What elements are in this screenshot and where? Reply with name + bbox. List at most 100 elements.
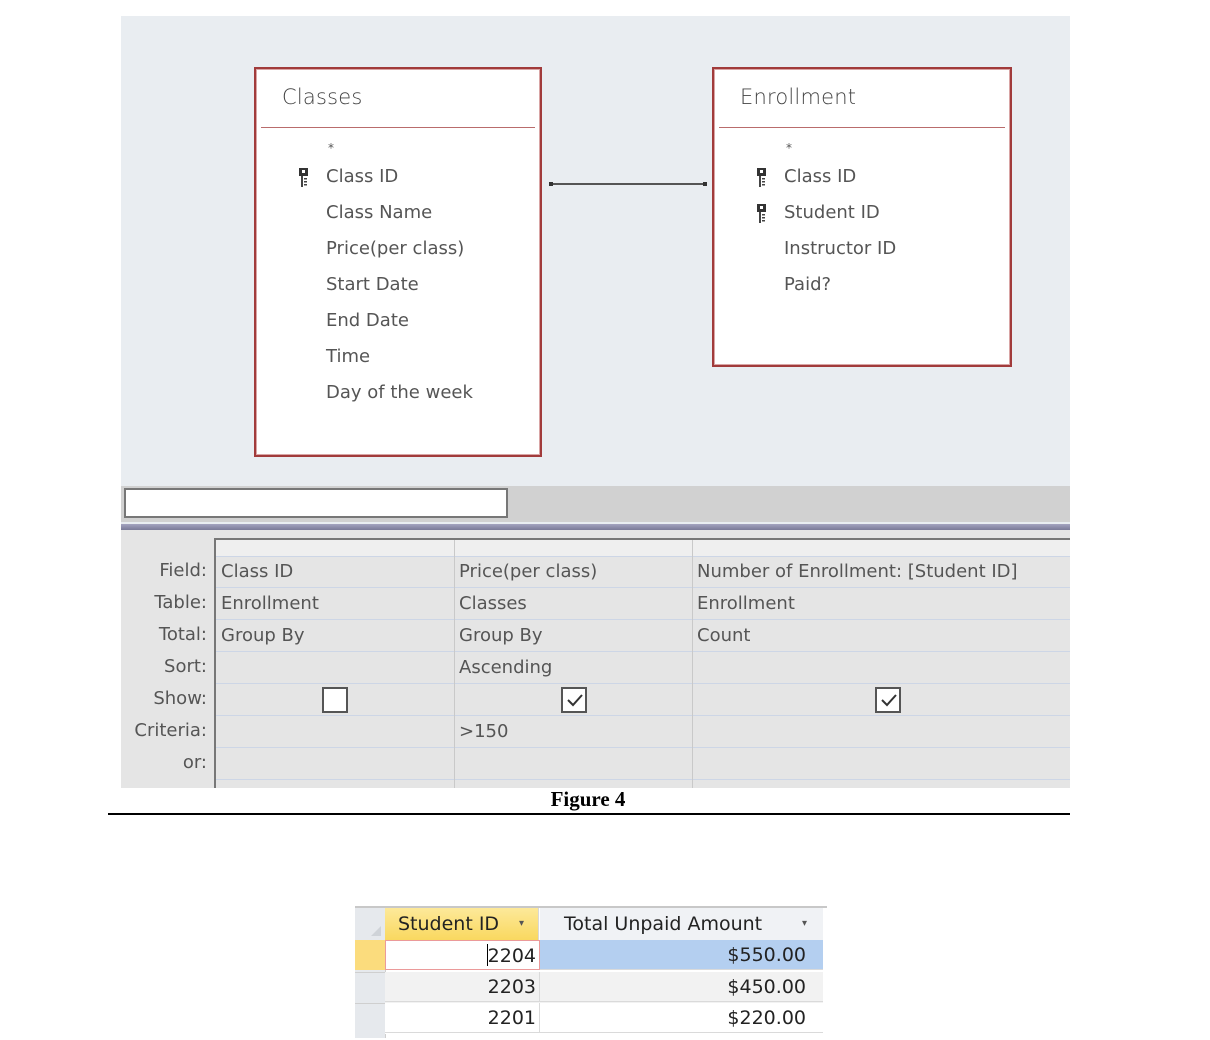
scrollbar-track[interactable] [124,488,508,518]
field-item-all[interactable]: * [714,137,1010,159]
field-label: Instructor ID [784,238,897,259]
grid-cell-field[interactable]: Price(per class) [454,556,597,588]
row-label-table: Table: [154,592,207,613]
field-item[interactable]: Class Name [256,195,540,231]
divider [261,127,535,128]
grid-line [216,715,1070,716]
column-header-label: Total Unpaid Amount [564,913,763,935]
grid-line [216,683,1070,684]
field-label: Student ID [784,202,880,223]
grid-cell-table[interactable]: Classes [454,588,527,620]
cell-total-unpaid[interactable]: $450.00 [540,972,823,1002]
row-label-field: Field: [159,560,207,581]
field-label: * [786,141,792,155]
dropdown-arrow-icon[interactable]: ▾ [802,908,812,940]
classes-table-box[interactable]: Classes * Class ID Class Name Price(per … [254,67,542,457]
cell-student-id[interactable]: 2203 [385,972,540,1002]
table-row[interactable]: 2204 $550.00 [385,940,823,971]
field-item[interactable]: Student ID [714,195,1010,231]
row-label-or: or: [182,752,207,773]
record-selector[interactable] [355,972,385,1003]
grid-cell-total[interactable]: Count [692,620,750,652]
row-label-sort: Sort: [164,656,207,677]
grid-line [216,779,1070,780]
row-label-criteria: Criteria: [134,720,207,741]
field-item[interactable]: Price(per class) [256,231,540,267]
field-item[interactable]: Time [256,339,540,375]
relationship-line[interactable] [549,182,707,186]
table-title: Classes [282,85,363,109]
grid-line [216,651,1070,652]
grid-cell-criteria[interactable] [692,716,697,748]
grid-line [216,619,1070,620]
grid-cell-criteria[interactable]: >150 [454,716,508,748]
column-header-student-id[interactable]: Student ID ▾ [385,908,539,940]
field-label: * [328,141,334,155]
field-list: * Class ID Student ID Instructor ID Paid… [714,137,1010,303]
field-label: Time [326,346,371,367]
divider [719,127,1005,128]
grid-cell-or[interactable] [216,748,221,780]
cell-student-id[interactable]: 2204 [385,940,540,970]
primary-key-icon [757,168,766,187]
field-item[interactable]: Start Date [256,267,540,303]
grid-cell-field[interactable]: Number of Enrollment: [Student ID] [692,556,1018,588]
grid-cell-total[interactable]: Group By [454,620,543,652]
table-title: Enrollment [740,85,857,109]
field-label: Class ID [784,166,857,187]
query-result-datasheet: Student ID ▾ Total Unpaid Amount ▾ 2204 … [355,906,827,1040]
grid-cell-criteria[interactable] [216,716,221,748]
field-label: End Date [326,310,409,331]
grid-cell-sort[interactable]: Ascending [454,652,552,684]
primary-key-icon [757,204,766,223]
field-label: Paid? [784,274,832,295]
enrollment-table-box[interactable]: Enrollment * Class ID Student ID Instruc… [712,67,1012,367]
table-row[interactable]: 2203 $450.00 [385,972,823,1003]
grid-line [216,747,1070,748]
row-label-show: Show: [153,688,207,709]
grid-cell-or[interactable] [692,748,697,780]
primary-key-icon [299,168,308,187]
grid-cell-table[interactable]: Enrollment [216,588,319,620]
grid-cell-sort[interactable] [216,652,221,684]
show-checkbox[interactable] [875,687,901,713]
grid-cell-total[interactable]: Group By [216,620,305,652]
query-design-window: Classes * Class ID Class Name Price(per … [121,16,1070,788]
field-item[interactable]: Paid? [714,267,1010,303]
field-label: Class Name [326,202,433,223]
field-label: Class ID [326,166,399,187]
row-label-total: Total: [158,624,207,645]
cell-total-unpaid[interactable]: $220.00 [540,1003,823,1033]
dropdown-arrow-icon[interactable]: ▾ [519,908,529,940]
field-item[interactable]: Day of the week [256,375,540,411]
table-row[interactable]: 2201 $220.00 [385,1003,823,1034]
record-selector-active[interactable] [355,940,385,970]
field-item-all[interactable]: * [256,137,540,159]
field-label: Day of the week [326,382,473,403]
show-checkbox[interactable] [561,687,587,713]
field-item[interactable]: Instructor ID [714,231,1010,267]
checkmark-icon [881,694,897,707]
record-selector[interactable] [355,1003,385,1034]
field-item[interactable]: Class ID [256,159,540,195]
field-item[interactable]: Class ID [714,159,1010,195]
grid-cell-field[interactable]: Class ID [216,556,293,588]
field-list: * Class ID Class Name Price(per class) S… [256,137,540,411]
caption-rule [108,813,1070,815]
field-item[interactable]: End Date [256,303,540,339]
cell-total-unpaid[interactable]: $550.00 [540,940,823,970]
grid-cell-sort[interactable] [692,652,697,684]
cell-value: 2204 [487,945,536,967]
field-label: Price(per class) [326,238,465,259]
field-label: Start Date [326,274,419,295]
column-selector-row[interactable] [216,540,1070,556]
grid-cell-or[interactable] [454,748,459,780]
checkmark-icon [567,694,583,707]
grid-cell-table[interactable]: Enrollment [692,588,795,620]
figure-caption: Figure 4 [550,787,626,811]
column-header-total-unpaid[interactable]: Total Unpaid Amount ▾ [540,908,823,940]
select-all-corner[interactable] [355,908,385,940]
column-header-label: Student ID [398,913,500,935]
cell-student-id[interactable]: 2201 [385,1003,540,1033]
show-checkbox[interactable] [322,687,348,713]
